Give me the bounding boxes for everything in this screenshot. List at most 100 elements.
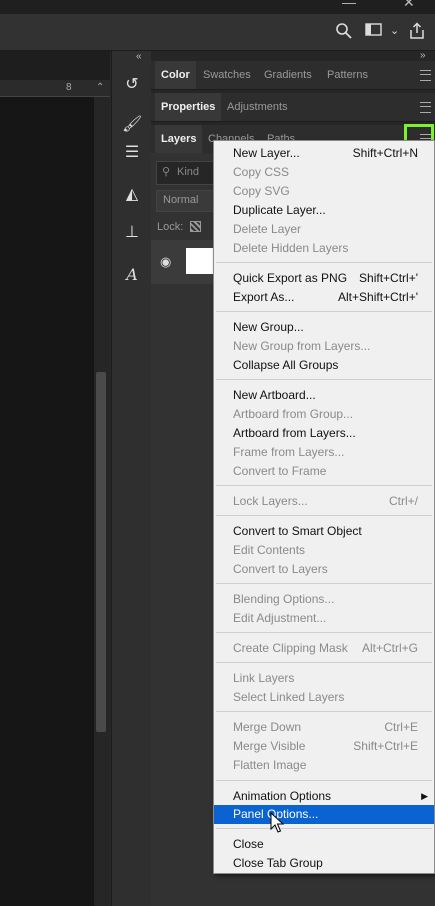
blend-mode-select[interactable]: Normal	[156, 190, 218, 212]
menu-item-close[interactable]: Close	[214, 835, 434, 854]
menu-item-edit-contents[interactable]: Edit Contents	[214, 541, 434, 560]
collapse-arrows-icon[interactable]: »	[420, 50, 426, 61]
menu-item-convert-to-frame[interactable]: Convert to Frame	[214, 462, 434, 481]
menu-separator	[216, 828, 432, 829]
tool-strip: « ↺ 🖌 ☰ ◭ ⊥ A	[111, 51, 152, 906]
tab-layers[interactable]: Layers	[155, 125, 203, 153]
menu-item-shortcut: Shift+Ctrl+E	[353, 739, 418, 753]
menu-item-link-layers[interactable]: Link Layers	[214, 669, 434, 688]
menu-item-label: Edit Adjustment...	[233, 611, 327, 625]
menu-item-edit-adjustment[interactable]: Edit Adjustment...	[214, 609, 434, 628]
menu-item-label: Lock Layers...	[233, 494, 308, 508]
menu-item-label: New Group...	[233, 320, 304, 334]
layer-thumbnail[interactable]	[186, 248, 214, 274]
tab-patterns[interactable]: Patterns	[327, 61, 368, 89]
menu-item-label: Export As...	[233, 290, 295, 304]
menu-item-collapse-all-groups[interactable]: Collapse All Groups	[214, 356, 434, 375]
menu-item-shortcut: Ctrl+/	[388, 494, 418, 508]
close-window-icon[interactable]: ✕	[403, 0, 415, 11]
chevron-up-icon[interactable]: ⌃	[96, 82, 104, 93]
menu-item-duplicate-layer[interactable]: Duplicate Layer...	[214, 201, 434, 220]
ruler-tick-label: 8	[66, 82, 72, 93]
menu-item-label: Link Layers	[233, 671, 295, 685]
menu-item-merge-visible[interactable]: Merge Visible Shift+Ctrl+E	[214, 737, 434, 756]
share-icon[interactable]	[408, 22, 426, 43]
menu-item-label: Close	[233, 837, 264, 851]
menu-item-label: Animation Options	[233, 789, 332, 803]
menu-item-new-group[interactable]: New Group...	[214, 318, 434, 337]
menu-item-label: Blending Options...	[233, 592, 335, 606]
workspace-icon[interactable]	[365, 22, 383, 41]
scrollbar-thumb[interactable]	[96, 372, 106, 732]
search-icon[interactable]	[335, 22, 353, 43]
menu-item-copy-svg[interactable]: Copy SVG	[214, 182, 434, 201]
tab-properties[interactable]: Properties	[155, 93, 222, 121]
menu-separator	[216, 262, 432, 263]
menu-item-label: Frame from Layers...	[233, 445, 345, 459]
menu-item-create-clipping-mask[interactable]: Create Clipping Mask Alt+Ctrl+G	[214, 639, 434, 658]
menu-item-artboard-from-group[interactable]: Artboard from Group...	[214, 405, 434, 424]
tab-adjustments[interactable]: Adjustments	[227, 93, 288, 121]
menu-item-label: Artboard from Group...	[233, 407, 354, 421]
visibility-eye-icon[interactable]: ◉	[160, 254, 171, 270]
menu-item-delete-hidden-layers[interactable]: Delete Hidden Layers	[214, 239, 434, 258]
menu-item-flatten-image[interactable]: Flatten Image	[214, 756, 434, 775]
menu-item-quick-export-png[interactable]: Quick Export as PNG Shift+Ctrl+'	[214, 269, 434, 288]
character-icon[interactable]: A	[122, 265, 142, 285]
menu-item-label: Collapse All Groups	[233, 358, 339, 372]
lock-label: Lock:	[157, 221, 184, 233]
menu-item-convert-to-smart-object[interactable]: Convert to Smart Object	[214, 522, 434, 541]
menu-item-shortcut: Ctrl+E	[384, 720, 418, 734]
menu-item-select-linked-layers[interactable]: Select Linked Layers	[214, 688, 434, 707]
menu-item-label: New Artboard...	[233, 388, 316, 402]
menu-item-label: Convert to Layers	[233, 562, 328, 576]
menu-item-blending-options[interactable]: Blending Options...	[214, 590, 434, 609]
menu-item-label: Artboard from Layers...	[233, 426, 356, 440]
menu-item-label: Edit Contents	[233, 543, 306, 557]
kind-filter-field[interactable]: ⚲ Kind	[156, 161, 218, 185]
collapse-arrows-icon[interactable]: «	[136, 51, 142, 62]
menu-item-delete-layer[interactable]: Delete Layer	[214, 220, 434, 239]
brush-icon[interactable]: 🖌	[122, 115, 142, 135]
menu-item-new-artboard[interactable]: New Artboard...	[214, 386, 434, 405]
lock-transparent-pixels-icon[interactable]	[190, 221, 201, 232]
menu-item-label: Convert to Smart Object	[233, 524, 362, 538]
panel-menu-icon[interactable]	[420, 70, 431, 81]
tab-gradients[interactable]: Gradients	[264, 61, 312, 89]
sliders-icon[interactable]: ☰	[122, 143, 142, 163]
minimize-icon[interactable]: —	[342, 0, 356, 10]
menu-item-animation-options[interactable]: Animation Options ▶	[214, 787, 434, 806]
menu-item-merge-down[interactable]: Merge Down Ctrl+E	[214, 718, 434, 737]
history-brush-icon[interactable]: ↺	[122, 75, 142, 95]
layers-panel-flyout-menu: New Layer... Shift+Ctrl+N Copy CSS Copy SVG…	[213, 140, 435, 874]
title-bar: — ✕	[0, 0, 435, 14]
menu-separator	[216, 583, 432, 584]
menu-item-close-tab-group[interactable]: Close Tab Group	[214, 854, 434, 873]
menu-item-label: Copy CSS	[233, 165, 290, 179]
tab-swatches[interactable]: Swatches	[203, 61, 251, 89]
menu-item-export-as[interactable]: Export As... Alt+Shift+Ctrl+'	[214, 288, 434, 307]
menu-item-new-layer[interactable]: New Layer... Shift+Ctrl+N	[214, 144, 434, 163]
chevron-down-icon[interactable]: ⌄	[390, 24, 399, 37]
blend-mode-value: Normal	[163, 194, 199, 206]
stamp-icon[interactable]: ⊥	[122, 223, 142, 243]
menu-separator	[216, 515, 432, 516]
menu-item-shortcut: Shift+Ctrl+N	[352, 146, 418, 160]
menu-separator	[216, 379, 432, 380]
menu-item-label: Merge Visible	[233, 739, 306, 753]
menu-item-label: Create Clipping Mask	[233, 641, 348, 655]
menu-item-lock-layers[interactable]: Lock Layers... Ctrl+/	[214, 492, 434, 511]
panel-menu-icon[interactable]	[420, 102, 431, 113]
mouse-cursor-icon	[270, 812, 285, 833]
menu-item-new-group-from-layers[interactable]: New Group from Layers...	[214, 337, 434, 356]
menu-item-copy-css[interactable]: Copy CSS	[214, 163, 434, 182]
clone-source-icon[interactable]: ◭	[122, 185, 142, 205]
horizontal-ruler: 8 ⌃	[0, 80, 110, 97]
menu-item-frame-from-layers[interactable]: Frame from Layers...	[214, 443, 434, 462]
menu-separator	[216, 662, 432, 663]
tab-color[interactable]: Color	[155, 61, 196, 89]
canvas[interactable]	[0, 97, 94, 906]
menu-item-artboard-from-layers[interactable]: Artboard from Layers...	[214, 424, 434, 443]
menu-item-convert-to-layers[interactable]: Convert to Layers	[214, 560, 434, 579]
menu-item-panel-options[interactable]: Panel Options...	[214, 805, 434, 824]
